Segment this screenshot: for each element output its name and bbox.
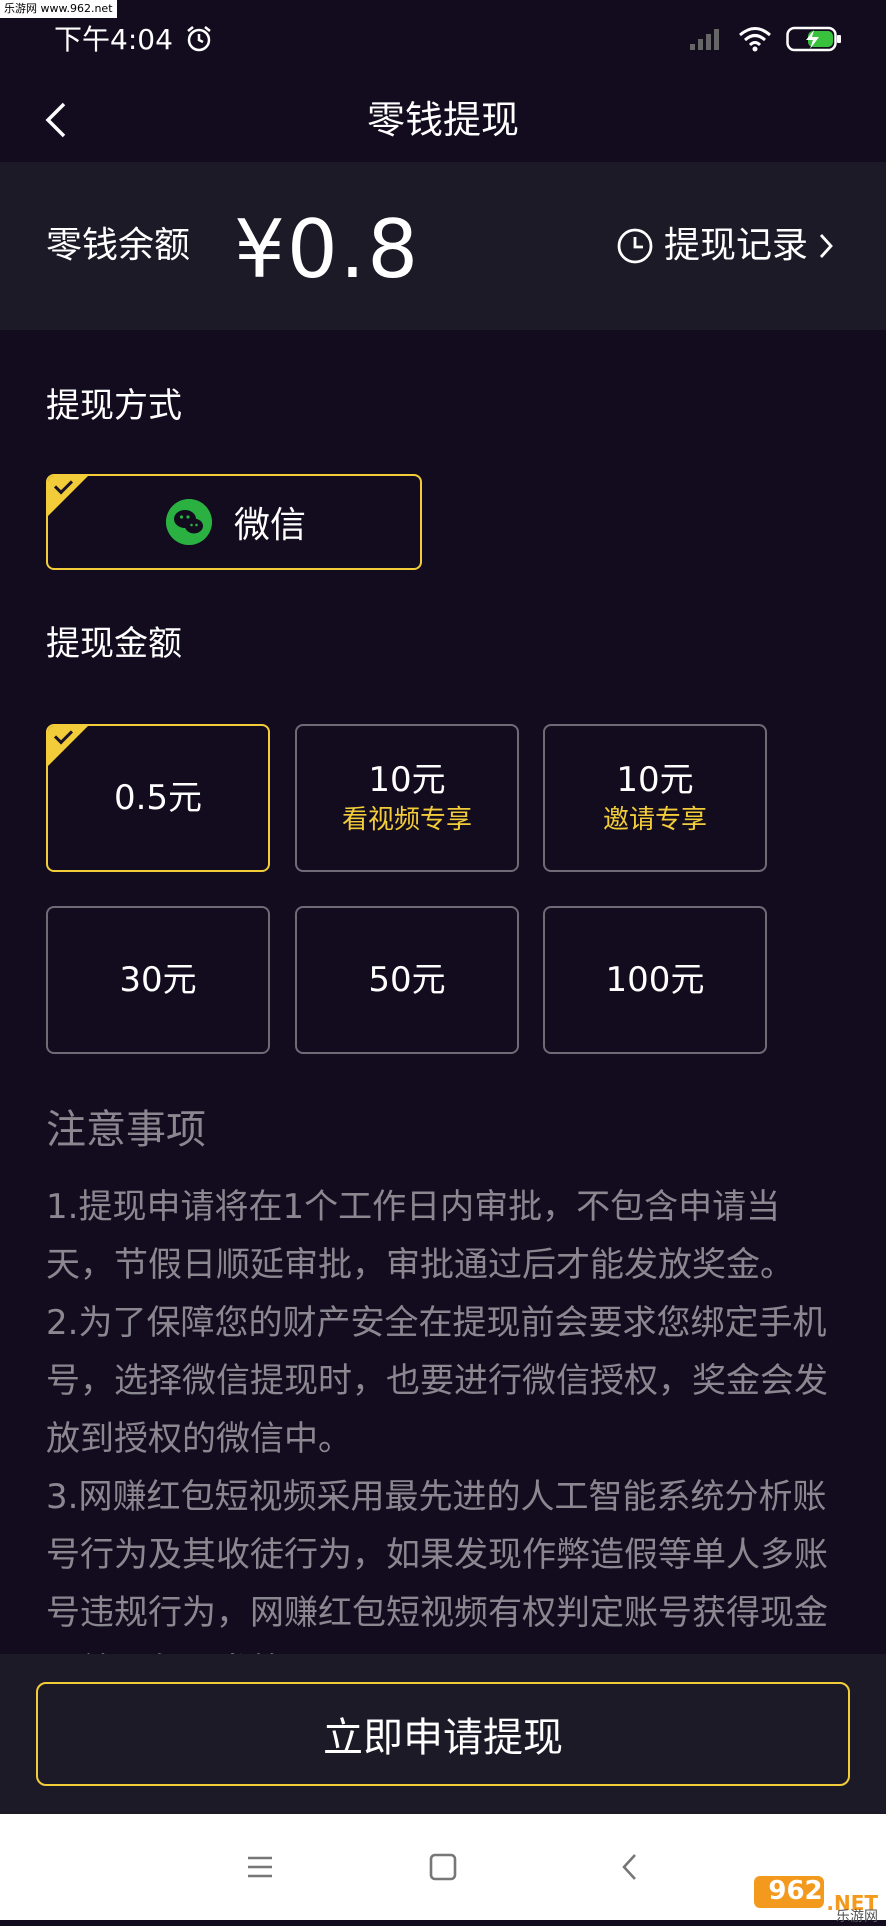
signal-icon (690, 29, 719, 50)
amount-value: 50元 (368, 960, 446, 1000)
page-title: 零钱提现 (366, 98, 519, 142)
status-icons (688, 26, 842, 52)
wechat-option[interactable]: 微信 (46, 474, 422, 570)
withdraw-records-link[interactable]: 提现记录 (616, 220, 834, 272)
alarm-clock-icon (187, 26, 211, 52)
app-header: 零钱提现 (0, 78, 886, 162)
status-time: 下午4:04 (54, 23, 173, 56)
system-nav-bar: 962 .NET 乐游网 (0, 1814, 886, 1925)
bottom-action-area: 立即申请提现 (0, 1654, 886, 1814)
logo-main-text: 962 (768, 1876, 823, 1906)
watermark-logo: 962 .NET 乐游网 (754, 1874, 878, 1925)
amount-option-10-invite[interactable]: 10元 邀请专享 (543, 724, 767, 872)
menu-button[interactable] (237, 1844, 283, 1890)
amount-value: 100元 (605, 960, 705, 1000)
note-item-2: 2.为了保障您的财产安全在提现前会要求您绑定手机号，选择微信提现时，也要进行微信… (46, 1303, 828, 1459)
notes-title: 注意事项 (46, 1107, 206, 1153)
amount-value: 10元 (616, 760, 694, 800)
note-item-3: 3.网赚红包短视频采用最先进的人工智能系统分析账号行为及其收徒行为，如果发现作弊… (46, 1477, 828, 1654)
balance-label: 零钱余额 (46, 225, 191, 266)
chevron-right-icon (819, 234, 833, 258)
amount-value: 10元 (368, 760, 446, 800)
amount-subtitle: 邀请专享 (602, 805, 707, 835)
note-item-1: 1.提现申请将在1个工作日内审批，不包含申请当天，节假日顺延审批，审批通过后才能… (46, 1187, 794, 1285)
home-button[interactable] (420, 1844, 466, 1890)
balance-amount: ¥0.8 (234, 203, 421, 296)
wechat-label: 微信 (234, 505, 307, 546)
amount-option-50[interactable]: 50元 (295, 906, 519, 1054)
battery-charging-icon (786, 26, 841, 52)
amount-section-title: 提现金额 (46, 624, 182, 664)
apply-withdraw-button[interactable]: 立即申请提现 (36, 1682, 850, 1786)
wechat-icon (166, 499, 212, 545)
amount-option-30[interactable]: 30元 (46, 906, 270, 1054)
balance-card: 零钱余额 ¥0.8 提现记录 (0, 162, 886, 330)
status-bar: 下午4:04 (0, 0, 886, 78)
method-section-title: 提现方式 (46, 386, 182, 426)
clock-icon (617, 228, 653, 264)
amount-option-10-video[interactable]: 10元 看视频专享 (295, 724, 519, 872)
watermark-label: 乐游网 www.962.net (0, 0, 117, 18)
amount-value: 0.5元 (113, 778, 203, 818)
back-triangle-icon (622, 1854, 636, 1880)
amount-value: 30元 (119, 960, 197, 1000)
nav-back-button[interactable] (606, 1844, 652, 1890)
logo-cn-text: 乐游网 (836, 1909, 878, 1925)
amount-option-100[interactable]: 100元 (543, 906, 767, 1054)
home-square-icon (429, 1853, 457, 1881)
menu-icon (248, 1856, 272, 1878)
amount-option-0-5[interactable]: 0.5元 (46, 724, 270, 872)
records-label: 提现记录 (663, 225, 808, 266)
notes-text: 1.提现申请将在1个工作日内审批，不包含申请当天，节假日顺延审批，审批通过后才能… (46, 1178, 846, 1654)
wifi-icon (739, 27, 771, 52)
amount-subtitle: 看视频专享 (341, 805, 472, 835)
